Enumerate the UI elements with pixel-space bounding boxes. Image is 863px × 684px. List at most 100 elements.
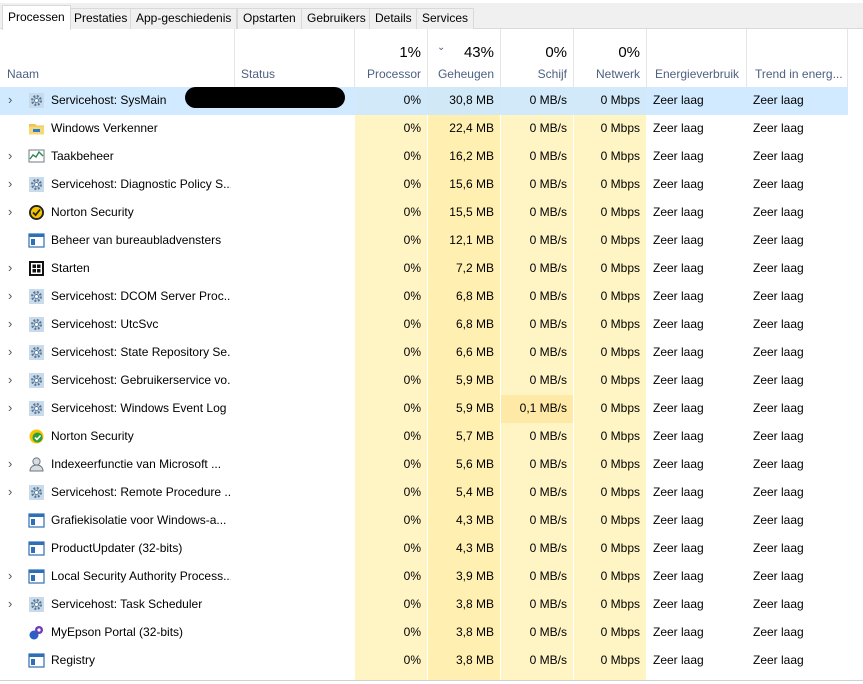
power-trend-value: Zeer laag (753, 625, 804, 639)
process-row[interactable]: › Indexeerfunctie van Microsoft ... 0% 5,6 … (0, 451, 848, 479)
process-row[interactable]: › Servicehost: Task Scheduler 0% 3,8 MB 0 MB… (0, 591, 848, 619)
gear-icon (28, 92, 45, 109)
process-row[interactable]: Norton Security 0% 5,7 MB 0 MB/s 0 Mbps Zeer … (0, 423, 848, 451)
header-memory[interactable]: ⌄ 43% Geheugen (428, 29, 501, 87)
power-trend-value: Zeer laag (753, 93, 804, 107)
disk-value: 0 MB/s (529, 317, 567, 331)
cpu-value: 0% (403, 513, 421, 527)
network-value: 0 Mbps (600, 121, 640, 135)
process-row[interactable]: MyEpson Portal (32-bits) 0% 3,8 MB 0 MB/s 0 … (0, 619, 848, 647)
network-value: 0 Mbps (600, 625, 640, 639)
cpu-value: 0% (403, 541, 421, 555)
process-row[interactable]: › Servicehost: DCOM Server Proc... 0% 6,8 M… (0, 283, 848, 311)
tab-bar: Processen Prestaties App-geschiedenis Op… (0, 0, 863, 30)
process-name: Grafiekisolatie voor Windows-a... (51, 513, 227, 527)
network-value: 0 Mbps (600, 597, 640, 611)
cpu-value: 0% (403, 177, 421, 191)
memory-value: 3,8 MB (455, 625, 494, 639)
expand-chevron-icon[interactable]: › (8, 149, 18, 163)
process-row[interactable]: › Servicehost: UtcSvc 0% 6,8 MB 0 MB/s 0 Mbps… (0, 311, 848, 339)
header-disk[interactable]: 0% Schijf (501, 29, 574, 87)
process-name: ProductUpdater (32-bits) (51, 541, 183, 555)
tab-prestaties[interactable]: Prestaties (68, 8, 134, 29)
cpu-value: 0% (403, 569, 421, 583)
power-trend-value: Zeer laag (753, 261, 804, 275)
power-usage-value: Zeer laag (653, 233, 704, 247)
disk-value: 0 MB/s (529, 653, 567, 667)
process-name: Servicehost: DCOM Server Proc... (51, 289, 231, 303)
process-row[interactable]: › Servicehost: SysMain 0% 30,8 MB 0 MB/s 0 Mb… (0, 87, 848, 115)
process-row[interactable]: › Servicehost: Gebruikerservice vo... 0% 5,… (0, 367, 848, 395)
tab-app-geschiedenis[interactable]: App-geschiedenis (130, 8, 238, 29)
expand-chevron-icon[interactable]: › (8, 597, 18, 611)
expand-chevron-icon[interactable]: › (8, 205, 18, 219)
power-trend-value: Zeer laag (753, 345, 804, 359)
header-network-pct: 0% (618, 44, 640, 61)
header-disk-label: Schijf (537, 67, 567, 81)
network-value: 0 Mbps (600, 373, 640, 387)
expand-chevron-icon[interactable]: › (8, 457, 18, 471)
expand-chevron-icon[interactable]: › (8, 345, 18, 359)
memory-value: 3,9 MB (455, 569, 494, 583)
process-row[interactable]: › Servicehost: State Repository Se... 0% 6,… (0, 339, 848, 367)
tab-details[interactable]: Details (369, 8, 418, 29)
header-status[interactable]: Status (235, 29, 355, 87)
disk-value: 0,1 MB/s (501, 395, 573, 423)
network-value: 0 Mbps (600, 345, 640, 359)
expand-chevron-icon[interactable]: › (8, 401, 18, 415)
header-name[interactable]: Naam (0, 29, 235, 87)
process-row[interactable]: Grafiekisolatie voor Windows-a... 0% 4,3 M… (0, 507, 848, 535)
expand-chevron-icon[interactable]: › (8, 261, 18, 275)
network-value: 0 Mbps (600, 457, 640, 471)
tab-processen[interactable]: Processen (2, 5, 71, 30)
memory-value: 4,3 MB (455, 541, 494, 555)
process-row[interactable]: › Taakbeheer 0% 16,2 MB 0 MB/s 0 Mbps Zeer laa… (0, 143, 848, 171)
power-trend-value: Zeer laag (753, 541, 804, 555)
network-value: 0 Mbps (600, 205, 640, 219)
expand-chevron-icon[interactable]: › (8, 177, 18, 191)
cpu-value: 0% (403, 429, 421, 443)
expand-chevron-icon[interactable]: › (8, 373, 18, 387)
process-row[interactable]: › Norton Security 0% 15,5 MB 0 MB/s 0 Mbps Zee… (0, 199, 848, 227)
power-trend-value: Zeer laag (753, 569, 804, 583)
process-row[interactable]: Windows Verkenner 0% 22,4 MB 0 MB/s 0 Mbps Ze… (0, 115, 848, 143)
power-trend-value: Zeer laag (753, 121, 804, 135)
header-power[interactable]: Energieverbruik (647, 29, 747, 87)
process-row[interactable]: Beheer van bureaubladvensters 0% 12,1 MB 0 … (0, 227, 848, 255)
memory-value: 5,6 MB (455, 457, 494, 471)
power-usage-value: Zeer laag (653, 653, 704, 667)
process-row[interactable]: › Servicehost: Windows Event Log 0% 5,9 MB 0… (0, 395, 848, 423)
disk-value: 0 MB/s (529, 569, 567, 583)
power-usage-value: Zeer laag (653, 93, 704, 107)
gear-icon (28, 316, 45, 333)
cpu-value: 0% (403, 345, 421, 359)
scrollbar-track[interactable] (848, 29, 863, 681)
header-network[interactable]: 0% Netwerk (574, 29, 647, 87)
gear-icon (28, 344, 45, 361)
process-row[interactable]: › Local Security Authority Process... 0% 3,… (0, 563, 848, 591)
process-row[interactable]: ProductUpdater (32-bits) 0% 4,3 MB 0 MB/s 0 … (0, 535, 848, 563)
expand-chevron-icon[interactable]: › (8, 317, 18, 331)
network-value: 0 Mbps (600, 317, 640, 331)
tab-opstarten[interactable]: Opstarten (237, 8, 302, 29)
process-row[interactable]: › Servicehost: Remote Procedure ... 0% 5,4 … (0, 479, 848, 507)
expand-chevron-icon[interactable]: › (8, 289, 18, 303)
process-row[interactable]: › Starten 0% 7,2 MB 0 MB/s 0 Mbps Zeer laag Zee… (0, 255, 848, 283)
tab-gebruikers[interactable]: Gebruikers (301, 8, 372, 29)
header-memory-label: Geheugen (437, 67, 494, 81)
power-trend-value: Zeer laag (753, 485, 804, 499)
expand-chevron-icon[interactable]: › (8, 485, 18, 499)
power-usage-value: Zeer laag (653, 625, 704, 639)
header-memory-pct: 43% (463, 44, 494, 61)
expand-chevron-icon[interactable]: › (8, 93, 18, 107)
tab-services[interactable]: Services (416, 8, 475, 29)
header-cpu[interactable]: 1% Processor (355, 29, 428, 87)
expand-chevron-icon[interactable]: › (8, 569, 18, 583)
header-power-trend[interactable]: Trend in energ... (747, 29, 848, 87)
memory-value: 5,4 MB (455, 485, 494, 499)
cpu-value: 0% (403, 485, 421, 499)
process-row[interactable]: Registry 0% 3,8 MB 0 MB/s 0 Mbps Zeer laag Zee… (0, 647, 848, 675)
process-row[interactable]: › Servicehost: Diagnostic Policy S... 0% 15… (0, 171, 848, 199)
memory-value: 4,3 MB (455, 513, 494, 527)
network-value: 0 Mbps (600, 401, 640, 415)
